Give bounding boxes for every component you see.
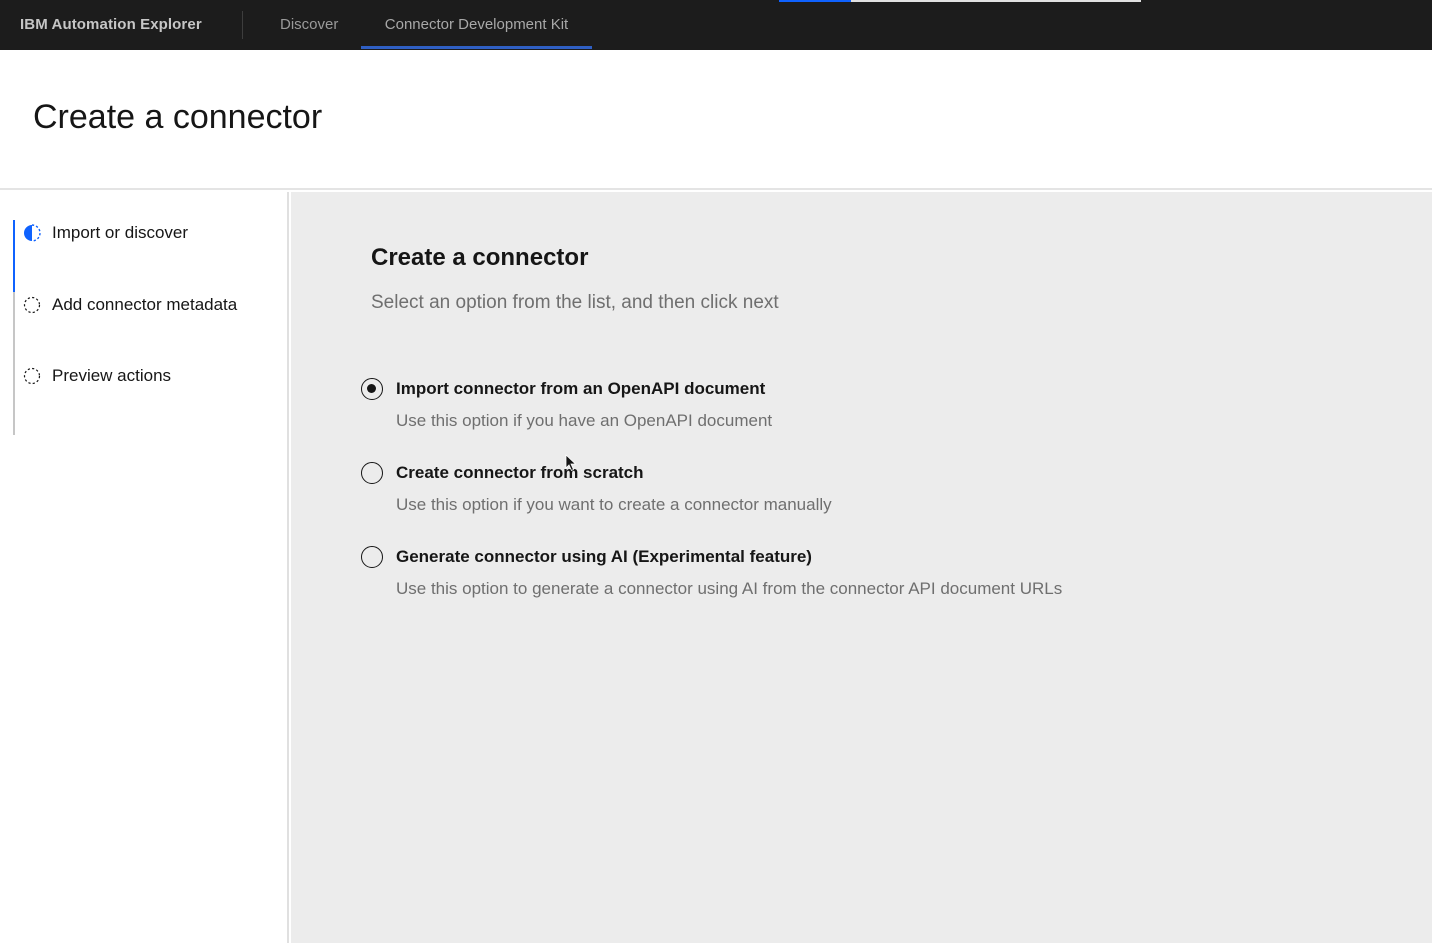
section-title: Create a connector — [371, 244, 589, 271]
option-description: Use this option to generate a connector … — [396, 579, 1063, 598]
step-label: Add connector metadata — [52, 295, 238, 314]
dashed-circle-icon — [23, 367, 41, 385]
option-description: Use this option if you want to create a … — [396, 495, 832, 514]
step-label: Import or discover — [52, 223, 189, 242]
main-content: Create a connector Select an option from… — [291, 192, 1432, 943]
progress-track-active — [13, 220, 15, 292]
step-preview-actions[interactable]: Preview actions — [23, 364, 171, 388]
option-label[interactable]: Generate connector using AI (Experimenta… — [396, 546, 812, 568]
nav-connector-development-kit-label: Connector Development Kit — [384, 16, 569, 33]
header-divider — [242, 11, 243, 39]
nav-connector-development-kit[interactable]: Connector Development Kit — [361, 0, 592, 50]
loading-bar-progress — [779, 0, 851, 2]
radio-button[interactable] — [361, 462, 383, 484]
section-subtitle: Select an option from the list, and then… — [371, 292, 779, 313]
step-import-or-discover[interactable]: Import or discover — [23, 221, 188, 245]
top-header: IBM Automation Explorer Discover Connect… — [0, 0, 1432, 50]
mouse-cursor-icon — [565, 454, 577, 472]
option-label[interactable]: Import connector from an OpenAPI documen… — [396, 378, 765, 400]
radio-dot — [367, 384, 376, 393]
app-brand-name[interactable]: IBM Automation Explorer — [20, 0, 202, 50]
option-description: Use this option if you have an OpenAPI d… — [396, 411, 773, 430]
loading-bar-track — [851, 0, 1141, 2]
page-title: Create a connector — [33, 98, 323, 136]
progress-sidebar: Import or discover Add connector metadat… — [0, 192, 289, 943]
radio-button-selected[interactable] — [361, 378, 383, 400]
option-label[interactable]: Create connector from scratch — [396, 462, 644, 484]
dashed-circle-icon — [23, 296, 41, 314]
nav-discover[interactable]: Discover — [280, 0, 338, 50]
step-add-connector-metadata[interactable]: Add connector metadata — [23, 293, 237, 317]
nav-active-indicator — [361, 46, 592, 49]
half-filled-circle-icon — [23, 224, 41, 242]
radio-button[interactable] — [361, 546, 383, 568]
step-label: Preview actions — [52, 366, 172, 385]
page-header: Create a connector — [0, 50, 1432, 190]
